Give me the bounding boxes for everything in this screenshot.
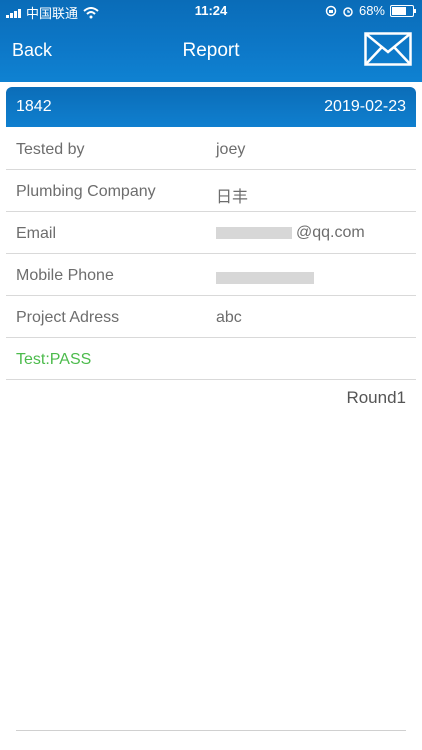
field-label: Mobile Phone (16, 267, 114, 284)
battery-icon (390, 4, 416, 17)
alarm-icon (343, 6, 353, 17)
orientation-lock-icon (325, 5, 337, 16)
field-row-mobile-phone: Mobile Phone (6, 254, 416, 296)
test-result-row: Test:PASS (6, 338, 416, 380)
redacted-block (216, 271, 314, 284)
field-label: Plumbing Company (16, 183, 156, 200)
report-number: 1842 (16, 98, 52, 115)
status-bar: 中国联通 11:24 68% (0, 0, 422, 22)
round-label: Round1 (346, 388, 406, 407)
report-fields: Tested by joey Plumbing Company 日丰 Email… (6, 128, 416, 380)
field-value: @qq.com (296, 224, 365, 241)
field-row-plumbing-company: Plumbing Company 日丰 (6, 170, 416, 212)
field-row-project-address: Project Adress abc (6, 296, 416, 338)
field-label: Tested by (16, 141, 85, 158)
redacted-block (216, 227, 292, 239)
page-title: Report (182, 40, 240, 61)
report-header: 1842 2019-02-23 (6, 87, 416, 127)
divider (16, 730, 406, 731)
field-value: joey (216, 141, 246, 158)
battery-percent: 68% (358, 3, 385, 18)
test-result: Test:PASS (16, 351, 92, 368)
top-bar: 中国联通 11:24 68% Back Report (0, 0, 422, 82)
report-date: 2019-02-23 (324, 98, 406, 115)
field-label: Email (16, 225, 57, 242)
field-row-tested-by: Tested by joey (6, 128, 416, 170)
field-value: 日丰 (216, 189, 249, 206)
field-row-email: Email @qq.com (6, 212, 416, 254)
field-label: Project Adress (16, 309, 120, 326)
mail-icon[interactable] (364, 32, 412, 66)
navigation-bar: Back Report (0, 22, 422, 82)
field-value: abc (216, 309, 242, 326)
